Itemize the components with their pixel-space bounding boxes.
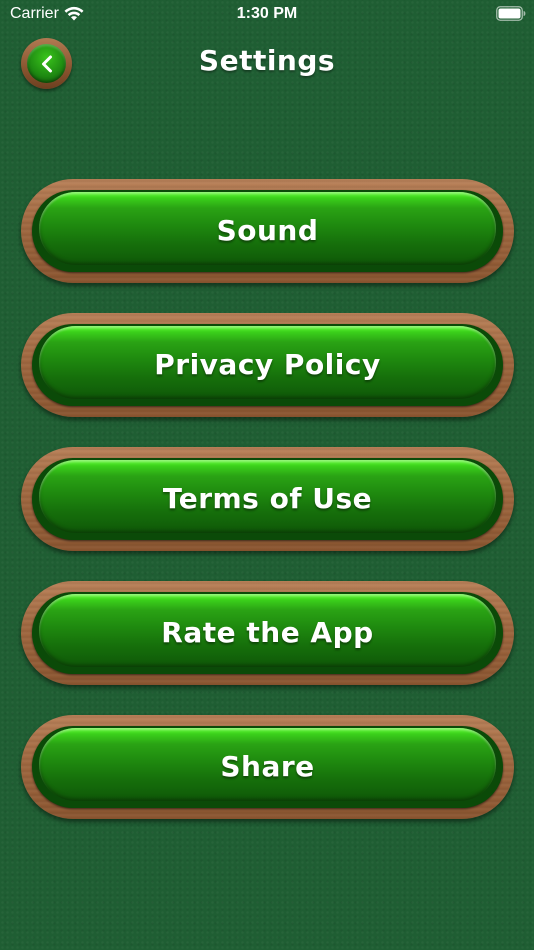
status-bar: Carrier 1:30 PM (0, 0, 534, 28)
sound-button[interactable]: Sound (21, 179, 514, 283)
button-face (39, 326, 496, 399)
button-face (39, 594, 496, 667)
button-rim (32, 592, 503, 674)
button-rim (32, 458, 503, 540)
button-rim (32, 726, 503, 808)
button-rim (32, 324, 503, 406)
button-rim (32, 190, 503, 272)
privacy-policy-button[interactable]: Privacy Policy (21, 313, 514, 417)
button-face (39, 460, 496, 533)
button-face (39, 728, 496, 801)
share-button[interactable]: Share (21, 715, 514, 819)
terms-of-use-button[interactable]: Terms of Use (21, 447, 514, 551)
battery-icon (496, 6, 526, 21)
button-face (39, 192, 496, 265)
page-title: Settings (198, 44, 336, 77)
rate-the-app-button[interactable]: Rate the App (21, 581, 514, 685)
status-time: 1:30 PM (236, 5, 298, 22)
